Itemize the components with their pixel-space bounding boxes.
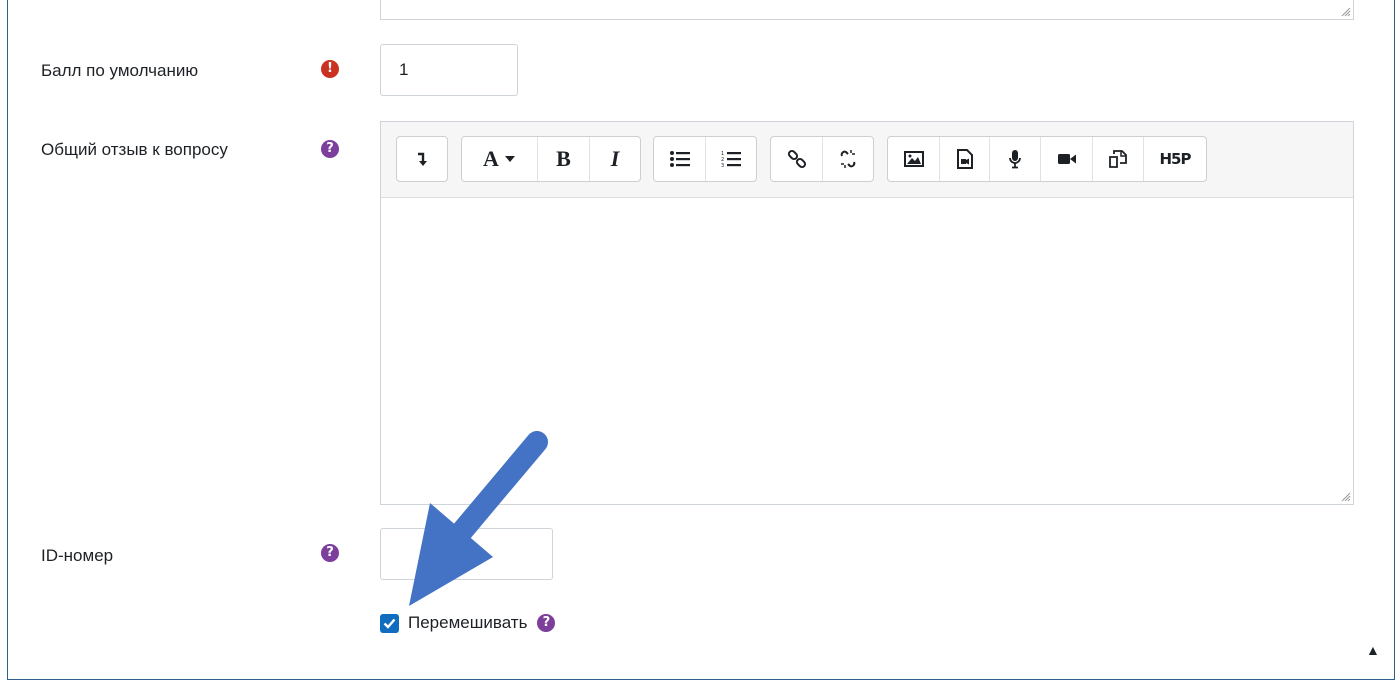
image-icon[interactable] [888,137,940,181]
toolbar-group-style: A B I [461,136,641,182]
unordered-list-icon[interactable] [654,137,706,181]
shuffle-label[interactable]: Перемешивать [408,613,527,633]
help-icon[interactable]: ? [321,140,339,158]
help-icon[interactable]: ? [537,614,556,632]
manage-files-icon[interactable] [1093,137,1144,181]
previous-editor-area[interactable] [380,0,1354,20]
h5p-icon: H5P [1159,150,1192,168]
required-icon: ! [321,60,339,78]
media-icon[interactable] [940,137,990,181]
shuffle-checkbox[interactable] [380,613,399,633]
font-style-button[interactable]: A [462,137,538,181]
link-icon[interactable] [771,137,823,181]
record-audio-icon[interactable] [990,137,1041,181]
collapse-icon[interactable] [397,137,447,181]
editor-toolbar: A B I 123 H5P [381,122,1353,198]
annotation-arrow-icon [409,431,548,606]
toolbar-group-collapse [396,136,448,182]
italic-icon: I [610,146,620,171]
toolbar-group-media: H5P [887,136,1207,182]
bold-icon: B [556,146,571,171]
font-style-icon: A [483,146,499,171]
h5p-button[interactable]: H5P [1144,137,1206,181]
default-mark-label: Балл по умолчанию [41,61,199,80]
default-mark-input[interactable] [380,44,518,96]
toolbar-group-links [770,136,874,182]
unlink-icon[interactable] [823,137,873,181]
toolbar-group-lists: 123 [653,136,757,182]
general-feedback-label: Общий отзыв к вопросу [41,140,228,159]
bold-button[interactable]: B [538,137,590,181]
help-icon[interactable]: ? [321,544,339,562]
id-number-label: ID-номер [41,546,114,565]
italic-button[interactable]: I [590,137,640,181]
resize-grip-icon[interactable] [1341,492,1351,502]
resize-grip-icon[interactable] [1341,7,1351,17]
svg-text:3: 3 [721,163,724,168]
ordered-list-icon[interactable]: 123 [706,137,756,181]
record-video-icon[interactable] [1041,137,1093,181]
scroll-up-icon[interactable]: ▲ [1366,642,1380,658]
